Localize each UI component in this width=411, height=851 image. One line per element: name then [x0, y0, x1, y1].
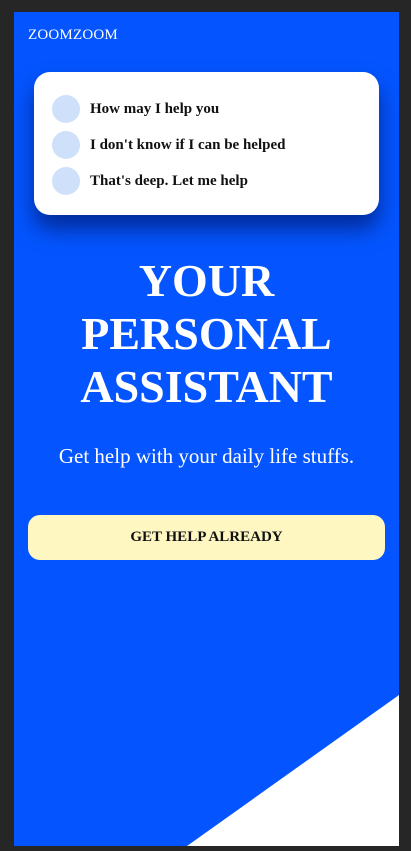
decorative-corner-shape [187, 695, 399, 846]
app-screen: ZOOMZOOM How may I help you I don't know… [14, 12, 399, 846]
